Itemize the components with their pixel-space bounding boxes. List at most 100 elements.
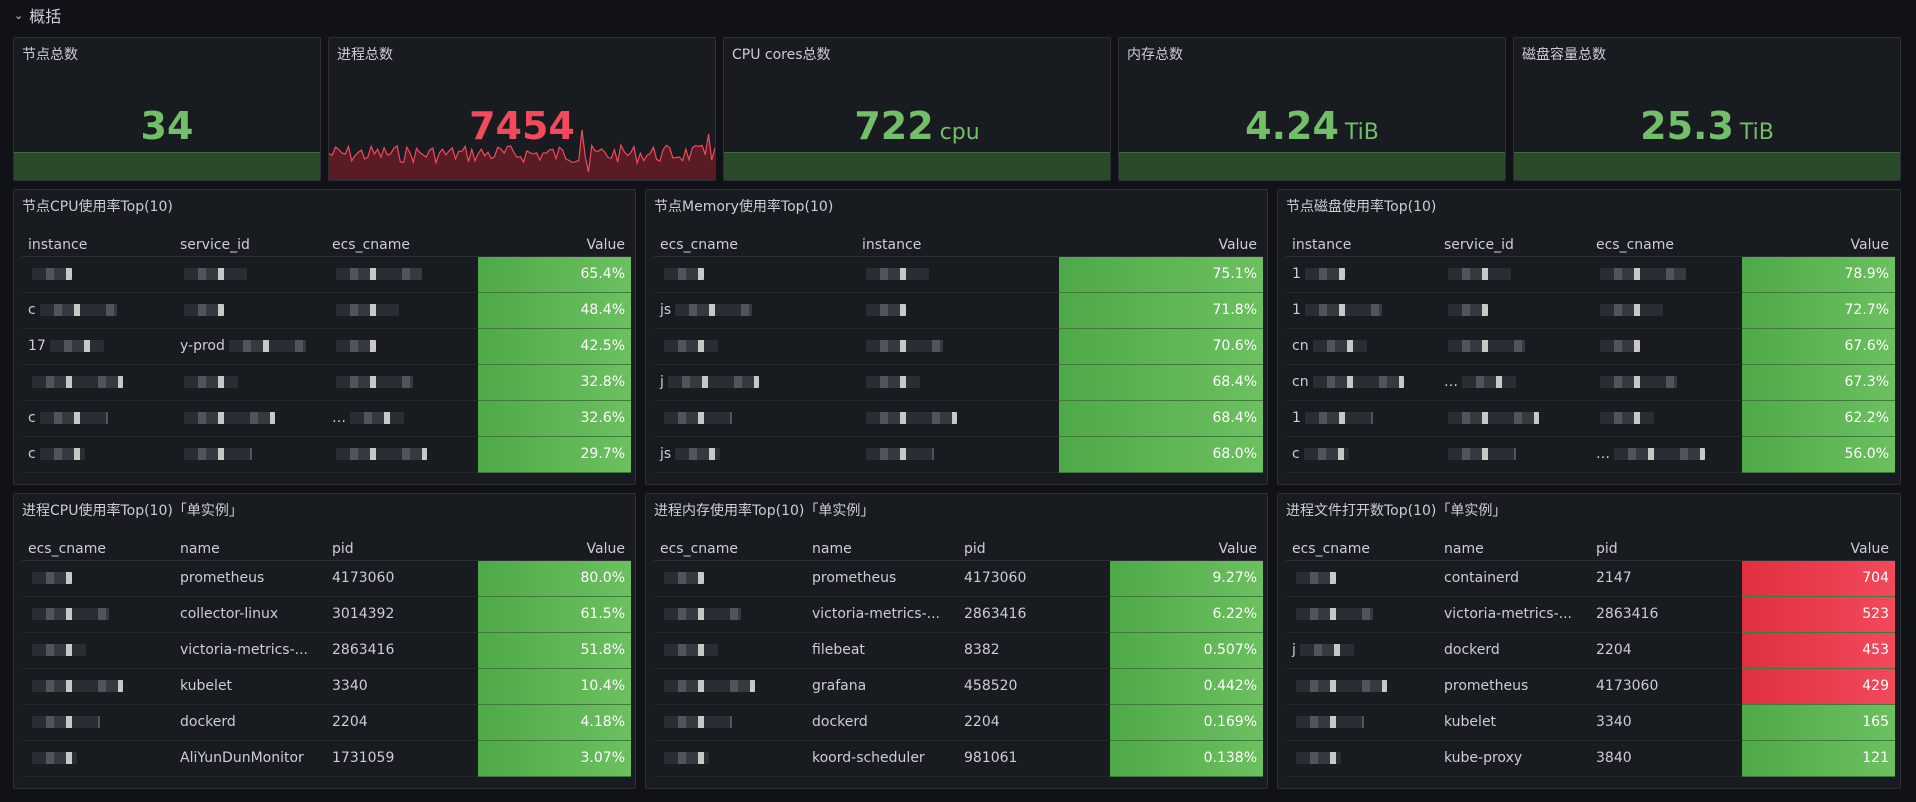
table-row[interactable]: victoria-metrics-... 2863416 6.22% [654, 596, 1263, 633]
stat-panel-memory: 内存总数 4.24 TiB [1118, 37, 1506, 181]
redacted-block [39, 448, 85, 460]
row-header-overview[interactable]: ⌄ 概括 [14, 4, 61, 26]
table-row[interactable]: 75.1% [654, 256, 1263, 293]
table-row[interactable]: prometheus 4173060 429 [1286, 668, 1895, 705]
column-header[interactable]: pid [1590, 538, 1742, 561]
table-row[interactable]: j 68.4% [654, 364, 1263, 401]
column-header[interactable]: instance [22, 234, 174, 257]
chevron-down-icon[interactable]: ⌄ [14, 9, 23, 22]
column-header[interactable]: Value [478, 234, 631, 257]
table-row[interactable]: victoria-metrics-... 2863416 51.8% [22, 632, 631, 669]
table-row[interactable]: 1 78.9% [1286, 256, 1895, 293]
table-row[interactable]: 70.6% [654, 328, 1263, 365]
redacted-block [32, 752, 77, 764]
table-row[interactable]: c 48.4% [22, 292, 631, 329]
table-row[interactable]: c … 56.0% [1286, 436, 1895, 473]
column-header[interactable]: ecs_cname [1286, 538, 1438, 561]
redacted-block [49, 340, 104, 352]
table-row[interactable]: filebeat 8382 0.507% [654, 632, 1263, 669]
redacted-block [1304, 412, 1373, 424]
data-table: ecs_cname name pid Value prometheus 4173060 9.… [654, 538, 1263, 777]
table-row[interactable]: c … 32.6% [22, 400, 631, 437]
column-header[interactable]: instance [1286, 234, 1438, 257]
column-header[interactable]: Value [1742, 538, 1895, 561]
panel-title: 节点CPU使用率Top(10) [22, 199, 173, 215]
column-header[interactable]: name [1438, 538, 1590, 561]
redacted-block [336, 448, 427, 460]
table-row[interactable]: js 71.8% [654, 292, 1263, 329]
column-header[interactable]: name [174, 538, 326, 561]
column-header[interactable]: pid [326, 538, 478, 561]
column-header[interactable]: ecs_cname [326, 234, 478, 257]
table-row[interactable]: prometheus 4173060 80.0% [22, 560, 631, 597]
stat-value: 34 [140, 104, 194, 148]
table-cell [1438, 436, 1590, 473]
value-cell: 9.27% [1110, 560, 1263, 597]
table-row[interactable]: containerd 2147 704 [1286, 560, 1895, 597]
redacted-block [1304, 268, 1345, 280]
value-cell: 165 [1742, 704, 1895, 741]
column-header[interactable]: ecs_cname [1590, 234, 1742, 257]
column-header[interactable]: Value [1742, 234, 1895, 257]
column-header[interactable]: Value [478, 538, 631, 561]
redacted-block [866, 376, 920, 388]
value-cell: 29.7% [478, 436, 631, 473]
table-row[interactable]: kubelet 3340 10.4% [22, 668, 631, 705]
table-row[interactable]: 17 y-prod 42.5% [22, 328, 631, 365]
column-header[interactable]: Value [1059, 234, 1263, 257]
table-row[interactable]: 65.4% [22, 256, 631, 293]
table-row[interactable]: cn 67.6% [1286, 328, 1895, 365]
table-row[interactable]: dockerd 2204 0.169% [654, 704, 1263, 741]
row-title: 概括 [29, 7, 62, 26]
redacted-block [1299, 644, 1354, 656]
column-header[interactable]: service_id [1438, 234, 1590, 257]
redacted-block [32, 680, 123, 692]
data-table: ecs_cname instance Value 75.1% js 71.8% 70.6% j… [654, 234, 1263, 473]
table-row[interactable]: collector-linux 3014392 61.5% [22, 596, 631, 633]
panel-title: 磁盘容量总数 [1522, 47, 1606, 63]
value-cell: 62.2% [1742, 400, 1895, 437]
table-row[interactable]: kubelet 3340 165 [1286, 704, 1895, 741]
table-row[interactable]: AliYunDunMonitor 1731059 3.07% [22, 740, 631, 777]
table-cell: 2863416 [958, 596, 1110, 633]
column-header[interactable]: pid [958, 538, 1110, 561]
redacted-block [866, 268, 929, 280]
table-row[interactable]: 32.8% [22, 364, 631, 401]
stat-value: 25.3 TiB [1640, 104, 1774, 148]
table-row[interactable]: prometheus 4173060 9.27% [654, 560, 1263, 597]
table-row[interactable]: 1 62.2% [1286, 400, 1895, 437]
table-cell [856, 328, 1059, 365]
table-row[interactable]: cn… 67.3% [1286, 364, 1895, 401]
table-row[interactable]: js 68.0% [654, 436, 1263, 473]
table-cell: 1 [1286, 292, 1438, 329]
table-row[interactable]: kube-proxy 3840 121 [1286, 740, 1895, 777]
table-row[interactable]: koord-scheduler 981061 0.138% [654, 740, 1263, 777]
data-table: ecs_cname name pid Value prometheus 4173060 80… [22, 538, 631, 777]
value-cell: 32.8% [478, 364, 631, 401]
table-row[interactable]: dockerd 2204 4.18% [22, 704, 631, 741]
table-cell: c [22, 400, 174, 437]
column-header[interactable]: instance [856, 234, 1059, 257]
table-row[interactable]: victoria-metrics-... 2863416 523 [1286, 596, 1895, 633]
column-header[interactable]: Value [1110, 538, 1263, 561]
table-cell [654, 596, 806, 633]
table-row[interactable]: 68.4% [654, 400, 1263, 437]
redacted-block [664, 412, 732, 424]
table-row[interactable]: 1 72.7% [1286, 292, 1895, 329]
stat-value: 7454 [469, 104, 575, 148]
column-header[interactable]: service_id [174, 234, 326, 257]
value-cell: 67.6% [1742, 328, 1895, 365]
column-header[interactable]: ecs_cname [22, 538, 174, 561]
column-header[interactable]: ecs_cname [654, 538, 806, 561]
value-cell: 704 [1742, 560, 1895, 597]
table-cell: kube-proxy [1438, 740, 1590, 777]
column-header[interactable]: name [806, 538, 958, 561]
stat-sparkline-bg [14, 152, 320, 180]
column-header[interactable]: ecs_cname [654, 234, 856, 257]
table-cell: 2204 [326, 704, 478, 741]
table-row[interactable]: grafana 458520 0.442% [654, 668, 1263, 705]
table-cell [1286, 704, 1438, 741]
table-row[interactable]: j dockerd 2204 453 [1286, 632, 1895, 669]
table-row[interactable]: c 29.7% [22, 436, 631, 473]
redacted-block [667, 376, 759, 388]
